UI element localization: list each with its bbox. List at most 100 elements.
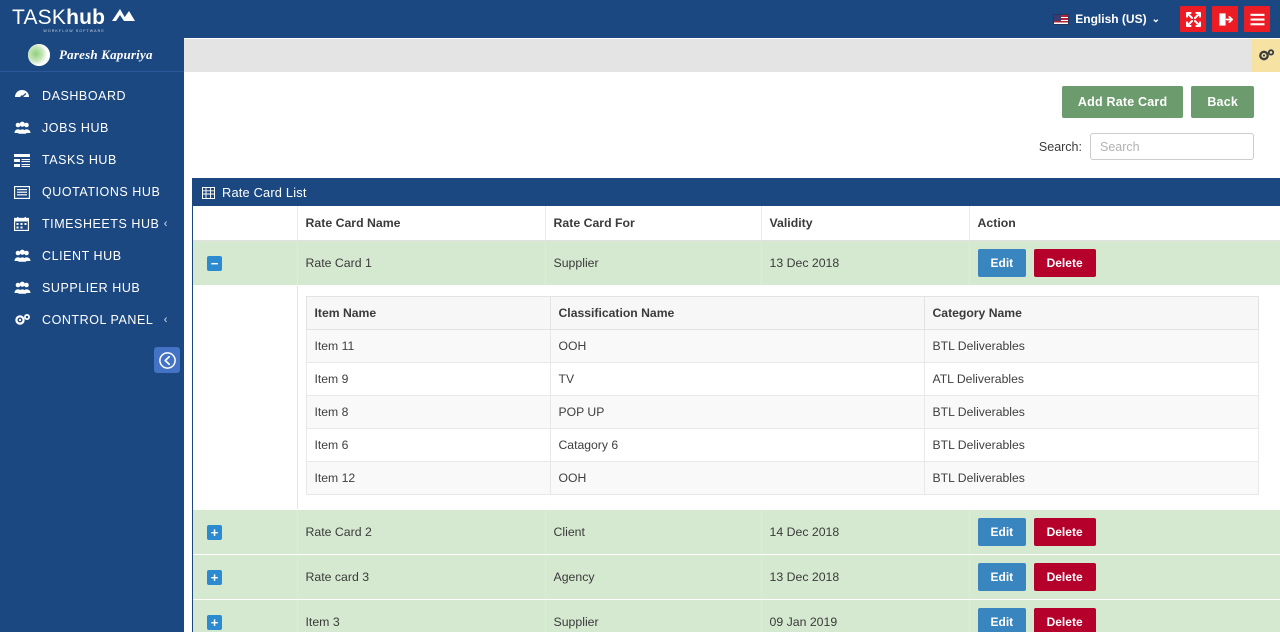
sidebar-item-label: TASKS HUB xyxy=(42,153,117,167)
cell-validity: 14 Dec 2018 xyxy=(761,509,970,555)
cell-rate-card-for: Client xyxy=(545,509,762,555)
subtable-row: Item 8 POP UP BTL Deliverables xyxy=(305,395,1259,429)
row-expander-cell: + xyxy=(193,554,298,600)
rate-card-table: Rate Card Name Rate Card For Validity Ac… xyxy=(193,206,1280,632)
brand-text: TASK hub xyxy=(12,6,136,28)
subtable-header: Item Name Classification Name Category N… xyxy=(305,296,1259,330)
column-header-validity: Validity xyxy=(761,206,970,241)
cell-rate-card-for: Supplier xyxy=(545,240,762,286)
us-flag-icon xyxy=(1053,13,1070,25)
edit-button[interactable]: Edit xyxy=(977,563,1027,591)
settings-button[interactable] xyxy=(1252,39,1280,72)
column-header-category-name: Category Name xyxy=(923,296,1259,330)
column-header-rate-card-name: Rate Card Name xyxy=(297,206,546,241)
cell-item-name: Item 6 xyxy=(305,428,551,462)
logout-button[interactable] xyxy=(1212,6,1238,32)
brand-tagline: WORKFLOW SOFTWARE xyxy=(43,28,105,33)
cell-category-name: BTL Deliverables xyxy=(923,395,1259,429)
sidebar-item-client-hub[interactable]: CLIENT HUB xyxy=(0,240,184,272)
application-root: TASK hub WORKFLOW SOFTWARE Paresh Kapuriy… xyxy=(0,0,1280,632)
sidebar-item-timesheets-hub[interactable]: TIMESHEETS HUB ‹ xyxy=(0,208,184,240)
rate-card-list-panel: Rate Card List Rate Card Name Rate Card … xyxy=(192,178,1280,632)
table-grid-icon xyxy=(202,186,215,199)
sidebar-item-label: JOBS HUB xyxy=(42,121,109,135)
delete-button[interactable]: Delete xyxy=(1033,563,1096,591)
brand-logo-wrap: TASK hub WORKFLOW SOFTWARE xyxy=(12,6,136,33)
row-expander-cell: + xyxy=(193,509,298,555)
back-button[interactable]: Back xyxy=(1191,86,1254,118)
users-icon xyxy=(14,248,34,264)
menu-button[interactable] xyxy=(1244,6,1270,32)
cell-classification-name: OOH xyxy=(549,329,925,363)
list-icon xyxy=(14,152,34,168)
cell-category-name: BTL Deliverables xyxy=(923,329,1259,363)
sidebar-collapse-toggle[interactable] xyxy=(154,347,180,373)
search-input[interactable] xyxy=(1090,133,1254,160)
cell-action: Edit Delete xyxy=(969,599,1280,632)
user-name: Paresh Kapuriya xyxy=(59,46,153,62)
action-toolbar: Add Rate Card Back xyxy=(184,72,1280,118)
sidebar-item-label: TIMESHEETS HUB xyxy=(42,217,160,231)
users-icon xyxy=(14,280,34,296)
cell-classification-name: TV xyxy=(549,362,925,396)
sidebar-item-quotations-hub[interactable]: QUOTATIONS HUB xyxy=(0,176,184,208)
arrow-circle-left-icon xyxy=(158,351,176,369)
brand-name-part1: TASK xyxy=(12,5,67,29)
cell-rate-card-name: Item 3 xyxy=(297,599,546,632)
table-row: + Item 3 Supplier 09 Jan 2019 Edit Delet… xyxy=(193,599,1280,632)
cell-item-name: Item 12 xyxy=(305,461,551,495)
sidebar-item-control-panel[interactable]: CONTROL PANEL ‹ xyxy=(0,304,184,336)
edit-button[interactable]: Edit xyxy=(977,249,1027,277)
users-icon xyxy=(14,120,34,136)
sidebar-item-dashboard[interactable]: DASHBOARD xyxy=(0,80,184,112)
cell-action: Edit Delete xyxy=(969,509,1280,555)
delete-button[interactable]: Delete xyxy=(1033,608,1096,632)
sidebar-item-label: QUOTATIONS HUB xyxy=(42,185,161,199)
cell-validity: 13 Dec 2018 xyxy=(761,240,970,286)
fullscreen-button[interactable] xyxy=(1180,6,1206,32)
language-label: English (US) xyxy=(1075,12,1147,26)
table-header-row: Rate Card Name Rate Card For Validity Ac… xyxy=(193,206,1280,241)
table-body: − Rate Card 1 Supplier 13 Dec 2018 Edit … xyxy=(193,240,1280,632)
sidebar: TASK hub WORKFLOW SOFTWARE Paresh Kapuriy… xyxy=(0,0,184,632)
sidebar-item-tasks-hub[interactable]: TASKS HUB xyxy=(0,144,184,176)
sidebar-item-label: DASHBOARD xyxy=(42,89,127,103)
cell-validity: 13 Dec 2018 xyxy=(761,554,970,600)
cell-rate-card-name: Rate Card 2 xyxy=(297,509,546,555)
sidebar-item-jobs-hub[interactable]: JOBS HUB xyxy=(0,112,184,144)
edit-button[interactable]: Edit xyxy=(977,608,1027,632)
cell-category-name: ATL Deliverables xyxy=(923,362,1259,396)
cell-item-name: Item 9 xyxy=(305,362,551,396)
top-header: English (US) ⌄ xyxy=(184,0,1280,38)
expand-row-icon[interactable]: + xyxy=(207,614,222,630)
edit-button[interactable]: Edit xyxy=(977,518,1027,546)
language-selector[interactable]: English (US) ⌄ xyxy=(1053,12,1160,26)
rate-card-items-table: Item Name Classification Name Category N… xyxy=(305,296,1260,495)
subrow-spacer xyxy=(193,285,298,510)
main-content: Add Rate Card Back Search: Rate Card Lis… xyxy=(184,72,1280,632)
expand-row-icon[interactable]: + xyxy=(207,524,222,540)
row-expander-cell: + xyxy=(193,599,298,632)
user-profile[interactable]: Paresh Kapuriya xyxy=(0,38,184,72)
add-rate-card-button[interactable]: Add Rate Card xyxy=(1061,86,1184,118)
brand-name-part2: hub xyxy=(66,5,106,29)
column-header-rate-card-for: Rate Card For xyxy=(545,206,762,241)
expand-arrows-icon xyxy=(1185,11,1201,27)
subtable-body: Item 11 OOH BTL Deliverables Item 9 TV A… xyxy=(305,329,1259,495)
cell-rate-card-for: Agency xyxy=(545,554,762,600)
row-expander-cell: − xyxy=(193,240,298,286)
cell-category-name: BTL Deliverables xyxy=(923,428,1259,462)
avatar-image xyxy=(28,43,50,66)
column-header-item-name: Item Name xyxy=(305,296,551,330)
collapse-row-icon[interactable]: − xyxy=(207,255,222,271)
delete-button[interactable]: Delete xyxy=(1033,518,1096,546)
sidebar-nav: DASHBOARD JOBS HUB TASKS HUB QUOTATIONS … xyxy=(0,80,184,336)
delete-button[interactable]: Delete xyxy=(1033,249,1096,277)
sidebar-item-supplier-hub[interactable]: SUPPLIER HUB xyxy=(0,272,184,304)
expand-row-icon[interactable]: + xyxy=(207,569,222,585)
brand-logo[interactable]: TASK hub WORKFLOW SOFTWARE xyxy=(0,0,184,38)
cell-classification-name: OOH xyxy=(549,461,925,495)
document-icon xyxy=(14,184,34,200)
chevron-down-icon: ⌄ xyxy=(1151,13,1160,25)
cell-action: Edit Delete xyxy=(969,240,1280,286)
